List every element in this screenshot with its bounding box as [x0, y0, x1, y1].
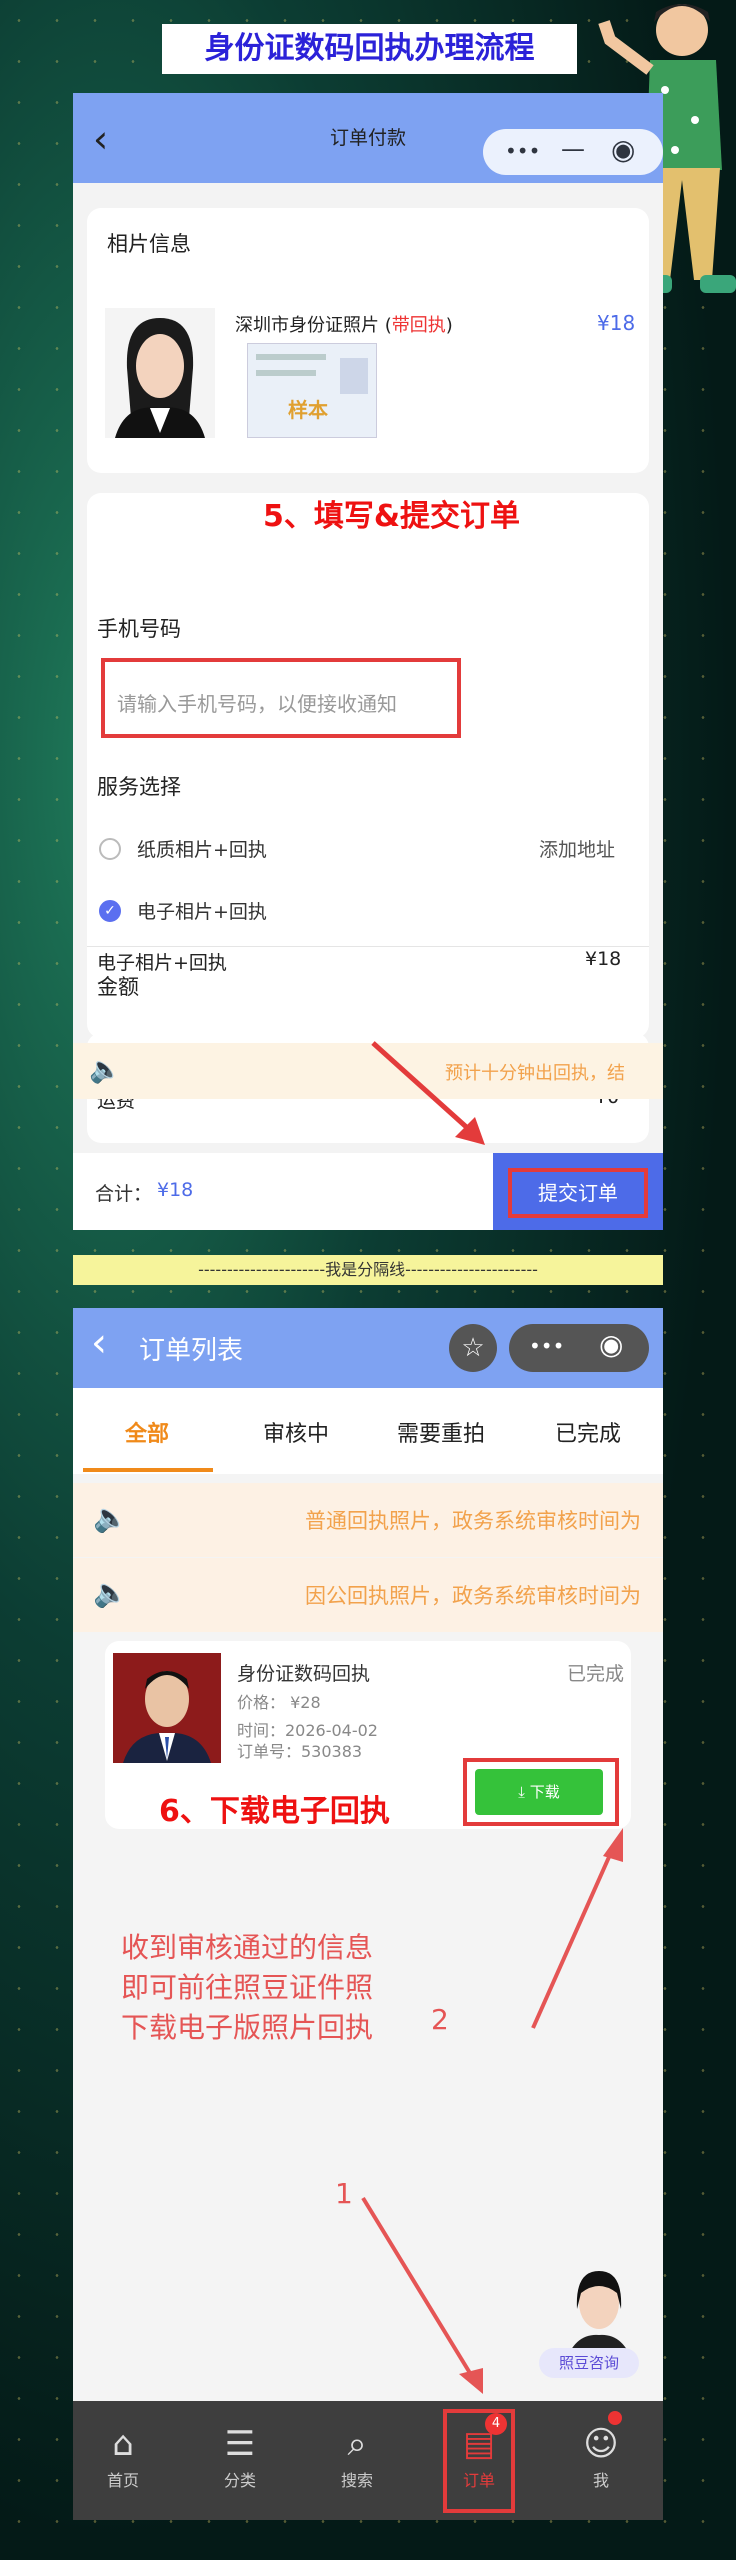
- banner-title: 身份证数码回执办理流程: [162, 24, 577, 74]
- speaker-icon: 🔈: [93, 1576, 128, 1609]
- minimize-icon[interactable]: —: [561, 135, 585, 163]
- me-badge-dot: [608, 2411, 622, 2425]
- photo-info-card: 相片信息 深圳市身份证照片 (带回执) ¥18 样本: [87, 208, 649, 473]
- tabbar-me-label: 我: [592, 2471, 609, 2490]
- service-option-paper[interactable]: 纸质相片+回执: [137, 835, 267, 862]
- product-tag: 带回执: [391, 315, 446, 336]
- bottom-tabbar: ⌂ 首页 ☰ 分类 ⌕ 搜索 ▤ 订单 4 ☺ 我: [73, 2401, 663, 2520]
- star-icon[interactable]: ☆: [449, 1324, 497, 1372]
- speaker-icon: 🔈: [93, 1501, 128, 1534]
- service-option-digital[interactable]: 电子相片+回执: [137, 897, 267, 924]
- more-icon[interactable]: •••: [505, 139, 540, 163]
- step5-label: 5、填写&提交订单: [263, 499, 521, 534]
- chevron-left-icon[interactable]: ‹: [91, 1320, 107, 1366]
- order-photo: [113, 1653, 221, 1763]
- nav-bar: ‹ 订单付款 ••• — ◉: [73, 93, 663, 183]
- tabbar-search-label: 搜索: [340, 2471, 373, 2490]
- sample-receipt-image: 样本: [247, 343, 377, 438]
- miniprogram-capsule[interactable]: ••• — ◉: [483, 129, 663, 175]
- miniprogram-capsule[interactable]: ••• ◉: [509, 1324, 649, 1372]
- notice-text-1: 普通回执照片，政务系统审核时间为: [305, 1509, 641, 1533]
- product-price: ¥18: [597, 311, 636, 335]
- order-number: 订单号：530383: [237, 1742, 363, 1761]
- tab-retake[interactable]: 需要重拍: [381, 1416, 501, 1448]
- total-label: 合计：: [95, 1183, 153, 1205]
- amount-item-price-2: ¥18: [585, 948, 622, 970]
- user-icon: ☺: [583, 2424, 619, 2464]
- phone-label: 手机号码: [97, 617, 181, 641]
- tabs: 全部 审核中 需要重拍 已完成: [73, 1388, 663, 1474]
- product-name-end: ): [445, 315, 453, 336]
- instruction-line-2: 即可前往照豆证件照: [121, 1971, 374, 2004]
- amount-label: 金额: [97, 975, 139, 999]
- close-target-icon[interactable]: ◉: [599, 1328, 623, 1361]
- search-icon: ⌕: [347, 2424, 367, 2464]
- service-label: 服务选择: [97, 775, 181, 799]
- tabbar-search[interactable]: ⌕ 搜索: [317, 2421, 397, 2491]
- red-arrow-1: [361, 2196, 483, 2394]
- section-label: 相片信息: [107, 232, 191, 256]
- notice-text-2: 因公回执照片，政务系统审核时间为: [305, 1584, 641, 1608]
- radio-digital[interactable]: ✓: [99, 900, 121, 922]
- nav-bar: ‹ 订单列表 ☆ ••• ◉: [73, 1308, 663, 1388]
- speaker-icon: 🔈: [89, 1055, 122, 1085]
- instruction-line-1: 收到审核通过的信息: [121, 1931, 374, 1964]
- consult-button[interactable]: 照豆咨询: [539, 2348, 639, 2378]
- tab-done[interactable]: 已完成: [528, 1416, 648, 1448]
- total-value: ¥18: [157, 1179, 194, 1201]
- radio-paper[interactable]: [99, 838, 121, 860]
- order-payment-screen: ‹ 订单付款 ••• — ◉ 相片信息 深圳市身份证照片 (带回执) ¥18 样…: [73, 93, 663, 1230]
- tabbar-me[interactable]: ☺ 我: [561, 2421, 641, 2491]
- product-name-text: 深圳市身份证照片 (: [235, 315, 392, 336]
- page-title: 订单列表: [139, 1336, 244, 1366]
- red-arrow: [371, 1041, 485, 1145]
- submit-order-button[interactable]: 提交订单: [508, 1168, 648, 1218]
- phone-input-box[interactable]: 请输入手机号码，以便接收通知: [101, 658, 461, 738]
- tabbar-category-label: 分类: [223, 2471, 256, 2490]
- red-arrow-2: [531, 1828, 623, 2029]
- download-button[interactable]: ⤓ 下载: [475, 1769, 603, 1815]
- step-number-1: 1: [335, 2177, 353, 2210]
- separator-line: ----------------------我是分隔线-------------…: [73, 1255, 663, 1285]
- step6-label: 6、下载电子回执: [159, 1794, 390, 1829]
- order-icon: ▤: [462, 2424, 496, 2464]
- sample-stamp: 样本: [288, 398, 328, 422]
- more-icon[interactable]: •••: [529, 1334, 564, 1358]
- tabbar-home-label: 首页: [106, 2471, 139, 2490]
- step-number-2: 2: [431, 2003, 449, 2036]
- order-list-screen: ‹ 订单列表 ☆ ••• ◉ 全部 审核中 需要重拍 已完成 🔈 普通回执照片，…: [73, 1308, 663, 2520]
- home-icon: ⌂: [112, 2424, 134, 2464]
- id-photo-thumbnail: [105, 308, 215, 438]
- amount-item-label-2: 电子相片+回执: [97, 952, 227, 974]
- phone-input-placeholder[interactable]: 请输入手机号码，以便接收通知: [117, 688, 397, 717]
- list-icon: ☰: [224, 2424, 256, 2464]
- order-status: 已完成: [567, 1663, 625, 1685]
- tabbar-orders[interactable]: ▤ 订单: [439, 2421, 519, 2491]
- product-name: 深圳市身份证照片 (带回执): [235, 311, 453, 337]
- tab-all[interactable]: 全部: [87, 1416, 207, 1448]
- order-badge: 4: [485, 2413, 507, 2435]
- close-target-icon[interactable]: ◉: [611, 133, 635, 166]
- order-name: 身份证数码回执: [237, 1663, 371, 1685]
- tabbar-category[interactable]: ☰ 分类: [200, 2421, 280, 2491]
- tab-reviewing[interactable]: 审核中: [236, 1416, 356, 1448]
- order-price: 价格： ¥28: [237, 1693, 321, 1712]
- notice-2: 🔈 因公回执照片，政务系统审核时间为: [73, 1558, 663, 1632]
- tabbar-home[interactable]: ⌂ 首页: [83, 2421, 163, 2491]
- add-address-link[interactable]: 添加地址: [539, 835, 615, 862]
- notice-1: 🔈 普通回执照片，政务系统审核时间为: [73, 1483, 663, 1557]
- instruction-line-3: 下载电子版照片回执: [121, 2011, 374, 2044]
- tabbar-orders-label: 订单: [462, 2471, 495, 2490]
